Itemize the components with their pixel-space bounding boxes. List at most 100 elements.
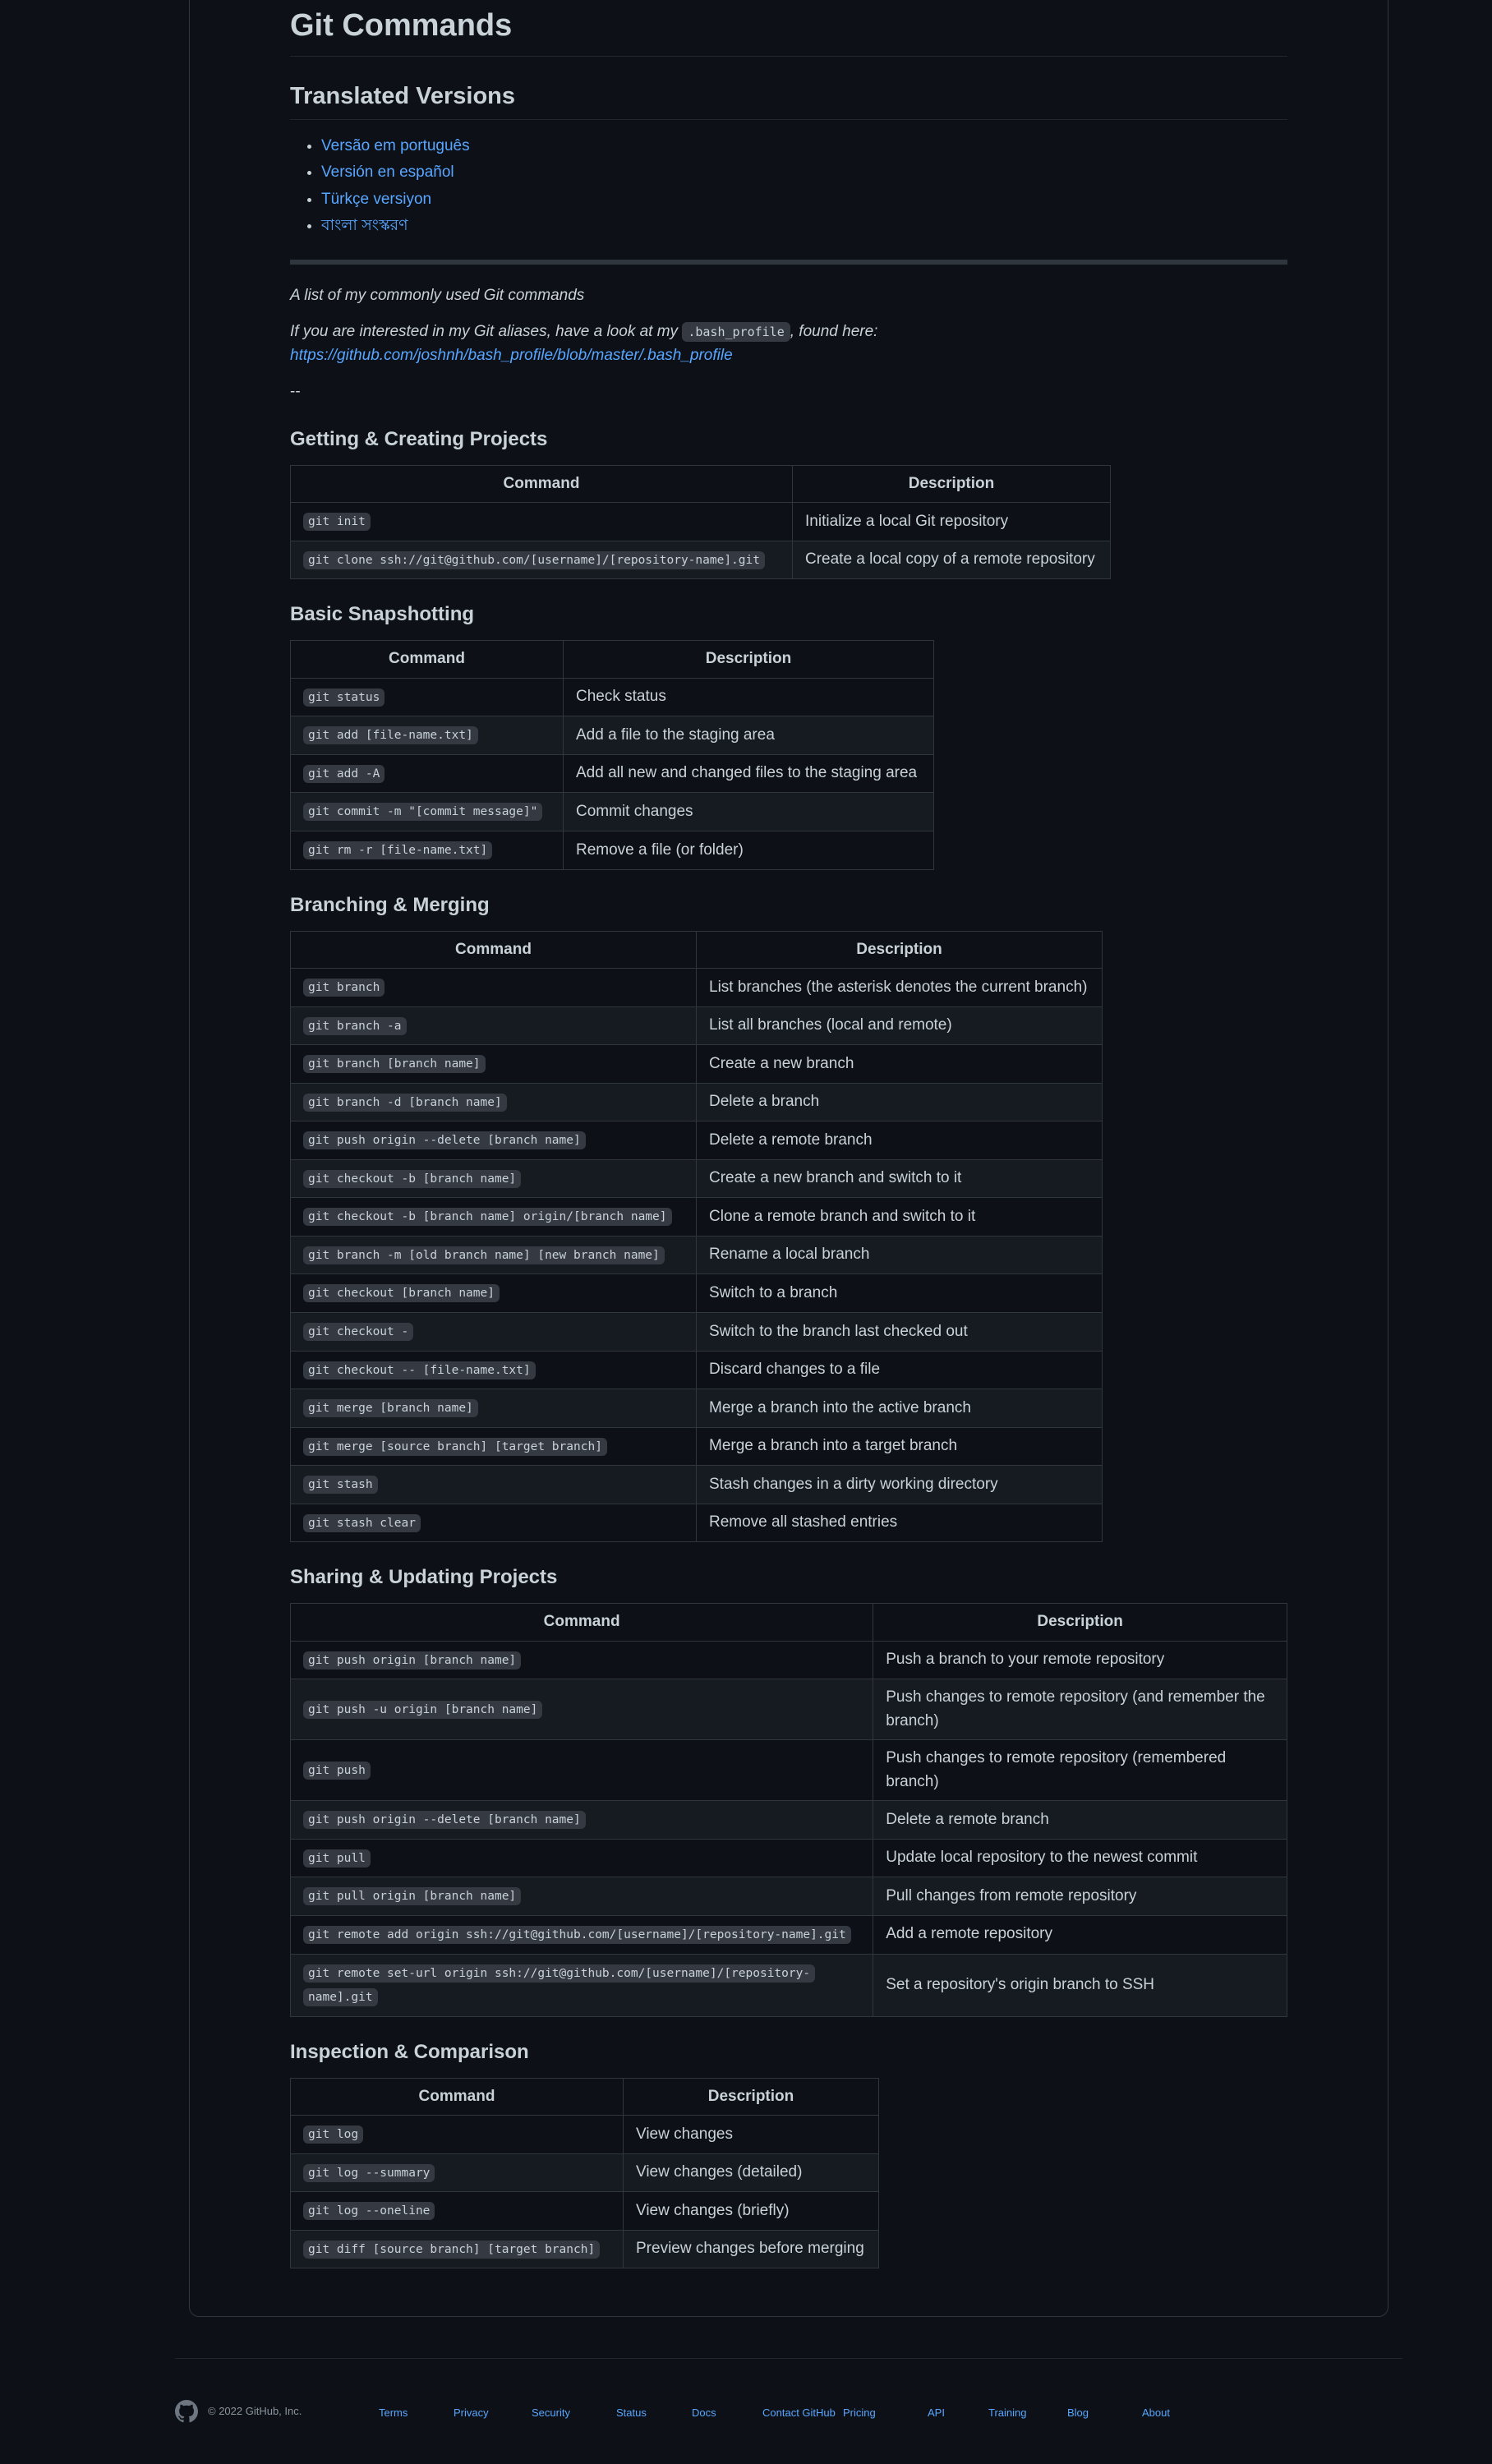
command-cell: git checkout - [290, 1312, 697, 1352]
footer-link-privacy[interactable]: Privacy [454, 2405, 532, 2421]
command-cell: git merge [source branch] [target branch… [290, 1426, 697, 1467]
translation-item: Türkçe versiyon [321, 188, 1287, 212]
table-row: git init Initialize a local Git repositor… [290, 502, 1111, 541]
command-cell: git push origin --delete [branch name] [289, 1800, 874, 1840]
description-cell: Create a new branch and switch to it [696, 1158, 1103, 1199]
command-code: git merge [source branch] [target branch… [303, 1437, 607, 1456]
description-cell: Rename a local branch [696, 1235, 1103, 1275]
table-row: git push Push changes to remote repositor… [289, 1739, 1287, 1802]
command-cell: git add -A [290, 753, 564, 794]
table-row: git clone ssh://git@github.com/[username… [290, 540, 1111, 580]
command-cell: git merge [branch name] [290, 1389, 697, 1428]
command-code: git branch -a [303, 1016, 407, 1035]
command-cell: git log --summary [290, 2153, 624, 2193]
footer-link-security[interactable]: Security [532, 2405, 616, 2421]
command-cell: git stash clear [290, 1503, 697, 1543]
translation-link-tr[interactable]: Türkçe versiyon [321, 191, 431, 208]
footer-link-docs[interactable]: Docs [692, 2405, 762, 2421]
table-row: git checkout -b [branch name] origin/[br… [290, 1197, 1103, 1237]
command-cell: git remote set-url origin ssh://git@gith… [289, 1953, 874, 2017]
command-cell: git commit -m "[commit message]" [290, 792, 564, 832]
command-code: git push origin --delete [branch name] [303, 1811, 586, 1830]
command-code: git commit -m "[commit message]" [303, 803, 543, 822]
command-code: git checkout [branch name] [303, 1284, 500, 1303]
command-cell: git branch -d [branch name] [290, 1082, 697, 1122]
table-row: git checkout [branch name] Switch to a br… [290, 1273, 1103, 1313]
description-cell: Preview changes before merging [623, 2229, 879, 2269]
section-heading: Branching & Merging [290, 893, 490, 916]
description-cell: Discard changes to a file [696, 1350, 1103, 1390]
command-code: git init [303, 513, 371, 532]
description-cell: Add a file to the staging area [563, 716, 934, 755]
footer-links: Terms Privacy Security Status Docs Contact Gi… [379, 2405, 1191, 2421]
command-code: git stash [303, 1476, 378, 1495]
translation-list: Versão em português Versión en español T… [290, 135, 1287, 238]
command-code: git branch [303, 979, 385, 997]
description-cell: Pull changes from remote repository [873, 1877, 1287, 1916]
description-cell: Switch to a branch [696, 1273, 1103, 1313]
command-sections: Getting & Creating Projects Command Descri… [289, 427, 1287, 2269]
table-row: git branch -a List all branches (local an… [290, 1006, 1103, 1046]
horizontal-rule [290, 259, 1287, 265]
description-cell: Switch to the branch last checked out [696, 1312, 1103, 1352]
command-code: git log [303, 2125, 364, 2144]
footer-link-status[interactable]: Status [616, 2405, 692, 2421]
site-footer: © 2022 GitHub, Inc. Terms Privacy Security… [175, 2358, 1402, 2449]
commands-table: Command Description git log View changes git… [290, 2077, 879, 2269]
page-title: Git Commands [290, 7, 1287, 57]
description-cell: Create a new branch [696, 1044, 1103, 1084]
table-header-row: Command Description [290, 464, 1111, 504]
command-code: git pull [303, 1849, 371, 1868]
command-cell: git pull [289, 1838, 874, 1878]
table-row: git status Check status [290, 677, 934, 717]
footer-link-api[interactable]: API [928, 2405, 988, 2421]
description-cell: Initialize a local Git repository [792, 502, 1111, 541]
bash-profile-link[interactable]: https://github.com/joshnh/bash_profile/b… [290, 347, 733, 364]
commands-table: Command Description git push origin [branc… [289, 1603, 1287, 2017]
command-code: git log --summary [303, 2163, 435, 2182]
description-cell: Create a local copy of a remote reposito… [792, 540, 1111, 580]
table-row: git branch [branch name] Create a new bra… [290, 1044, 1103, 1084]
description-cell: View changes (detailed) [623, 2153, 879, 2193]
command-cell: git pull origin [branch name] [289, 1877, 874, 1916]
footer-link-terms[interactable]: Terms [379, 2405, 454, 2421]
footer-link-pricing[interactable]: Pricing [843, 2405, 928, 2421]
command-code: git clone ssh://git@github.com/[username… [303, 550, 765, 569]
description-column-header: Description [792, 464, 1111, 504]
command-code: git log --oneline [303, 2202, 435, 2221]
translation-link-pt[interactable]: Versão em português [321, 137, 470, 154]
footer-link-training[interactable]: Training [988, 2405, 1067, 2421]
table-row: git log --oneline View changes (briefly) [290, 2191, 879, 2231]
section-heading: Basic Snapshotting [290, 603, 475, 626]
description-column-header: Description [696, 930, 1103, 969]
command-column-header: Command [289, 1603, 874, 1642]
github-logo-icon[interactable] [175, 2400, 198, 2423]
description-column-header: Description [563, 640, 934, 679]
section-heading: Getting & Creating Projects [290, 427, 548, 450]
aliases-note: If you are interested in my Git aliases,… [290, 320, 1287, 367]
description-cell: Add all new and changed files to the sta… [563, 753, 934, 794]
section-heading: Inspection & Comparison [290, 2040, 529, 2063]
command-cell: git push origin [branch name] [289, 1640, 874, 1680]
footer-link-about[interactable]: About [1142, 2405, 1191, 2421]
translated-heading: Translated Versions [290, 81, 1287, 120]
translation-link-es[interactable]: Versión en español [321, 163, 454, 181]
command-cell: git branch -m [old branch name] [new bra… [290, 1235, 697, 1275]
command-cell: git push origin --delete [branch name] [290, 1121, 697, 1160]
table-row: git branch List branches (the asterisk de… [290, 968, 1103, 1007]
command-code: git push -u origin [branch name] [303, 1701, 543, 1720]
command-code: git remote add origin ssh://git@github.c… [303, 1925, 851, 1944]
footer-link-contact-github[interactable]: Contact GitHub [762, 2405, 843, 2421]
translation-link-bn[interactable]: বাংলা সংস্করণ [321, 217, 408, 234]
table-row: git remote add origin ssh://git@github.c… [289, 1914, 1287, 1955]
footer-link-blog[interactable]: Blog [1067, 2405, 1142, 2421]
commands-table: Command Description git branch List branche… [290, 930, 1103, 1543]
table-row: git checkout -- [file-name.txt] Discard c… [290, 1350, 1103, 1390]
table-row: git push origin [branch name] Push a bran… [289, 1640, 1287, 1680]
command-cell: git diff [source branch] [target branch] [290, 2229, 624, 2269]
command-code: git branch -d [branch name] [303, 1093, 507, 1112]
description-cell: List all branches (local and remote) [696, 1006, 1103, 1046]
command-cell: git rm -r [file-name.txt] [290, 831, 564, 870]
command-cell: git log [290, 2115, 624, 2154]
command-cell: git push -u origin [branch name] [289, 1679, 874, 1741]
